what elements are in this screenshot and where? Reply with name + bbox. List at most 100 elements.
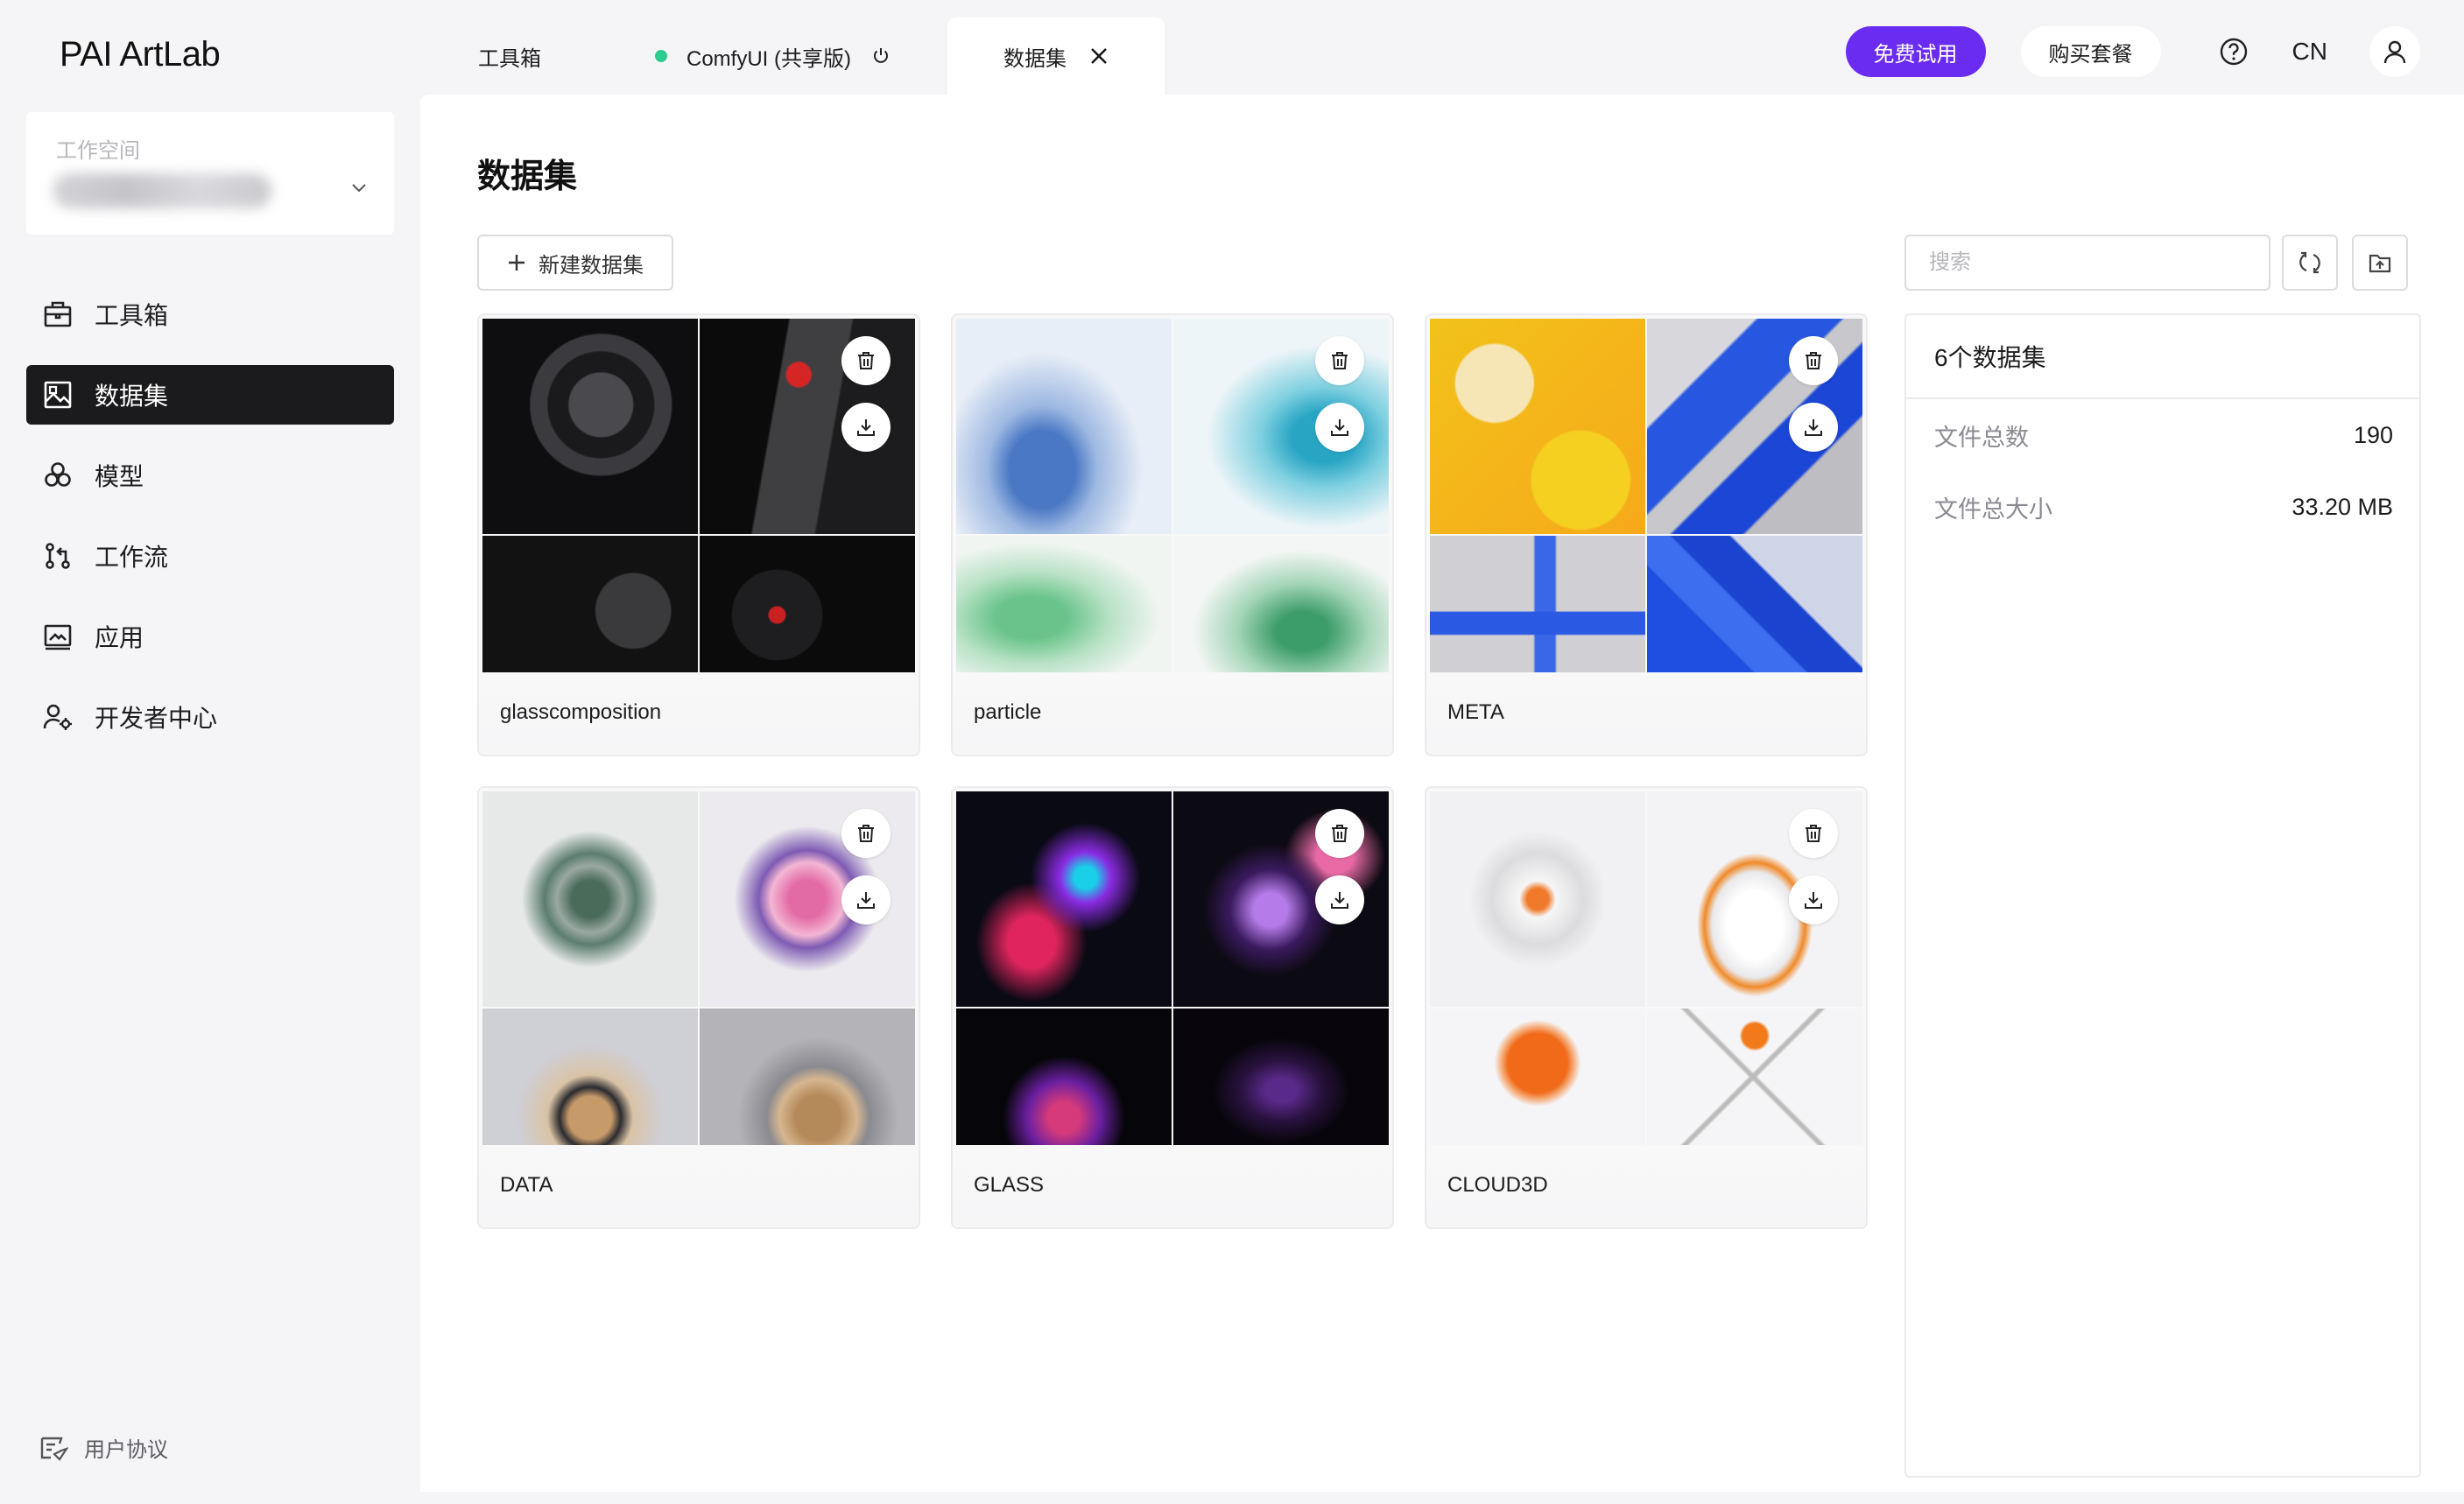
image-dataset-icon	[40, 377, 75, 412]
dataset-name: GLASS	[974, 1173, 1045, 1197]
app-logo[interactable]: PAI ArtLab	[60, 35, 221, 74]
download-button[interactable]	[1789, 875, 1838, 924]
user-icon	[2383, 40, 2406, 64]
dataset-name: glasscomposition	[500, 700, 662, 724]
delete-button[interactable]	[1315, 809, 1364, 858]
download-button[interactable]	[1315, 875, 1364, 924]
sidebar-item-label: 应用	[95, 624, 144, 651]
dataset-thumbnail	[700, 1009, 915, 1145]
download-icon	[1331, 419, 1348, 436]
dataset-thumbnail	[1173, 536, 1389, 672]
delete-button[interactable]	[841, 336, 891, 385]
sidebar-item-toolbox[interactable]: 工具箱	[26, 285, 394, 344]
dataset-thumbnail	[956, 319, 1172, 534]
delete-button[interactable]	[1315, 336, 1364, 385]
sidebar-item-dataset[interactable]: 数据集	[26, 365, 394, 425]
dataset-name: DATA	[500, 1173, 553, 1197]
buy-plan-button[interactable]: 购买套餐	[2020, 26, 2161, 77]
download-button[interactable]	[1315, 403, 1364, 452]
dataset-card-particle[interactable]: particle	[951, 313, 1394, 756]
trash-icon	[1806, 352, 1821, 369]
download-icon	[1805, 892, 1822, 909]
workflow-icon	[40, 538, 75, 573]
tab-dataset[interactable]: 数据集	[947, 18, 1165, 95]
dataset-thumbnail	[1430, 536, 1645, 672]
dataset-thumbnail	[1430, 319, 1645, 534]
sidebar-item-label: 工作流	[95, 544, 169, 571]
dataset-thumbnail	[482, 791, 698, 1007]
page-title: 数据集	[477, 158, 578, 195]
download-button[interactable]	[841, 403, 891, 452]
workspace-value-blurred	[53, 173, 271, 208]
workspace-label: 工作空间	[56, 139, 140, 163]
toolbox-icon	[40, 297, 75, 332]
dataset-thumbnail	[1430, 1009, 1645, 1145]
trash-icon	[1806, 825, 1821, 842]
header-actions: 免费试用 购买套餐 CN	[1845, 26, 2420, 77]
tab-label: 数据集	[1003, 46, 1067, 71]
refresh-icon	[2299, 251, 2320, 274]
dataset-thumbnail	[1647, 536, 1862, 672]
dataset-thumbnail	[956, 791, 1172, 1007]
developer-icon	[40, 699, 75, 734]
stats-value: 33.20 MB	[2292, 493, 2393, 520]
dataset-card-glasscomposition[interactable]: glasscomposition	[477, 313, 920, 756]
app-icon	[40, 619, 75, 654]
trash-icon	[858, 352, 874, 369]
import-folder-button[interactable]	[2352, 235, 2408, 291]
dataset-card-glass[interactable]: GLASS	[951, 786, 1394, 1229]
main-panel: 数据集 新建数据集 glasscomposition	[420, 95, 2464, 1492]
tab-label: ComfyUI (共享版)	[686, 46, 851, 71]
sidebar-item-label: 数据集	[95, 383, 169, 410]
sidebar-item-label: 工具箱	[95, 302, 169, 329]
help-icon[interactable]	[2219, 37, 2249, 67]
top-tabs: 工具箱 ComfyUI (共享版) 数据集	[420, 18, 1165, 95]
stats-row-size: 文件总大小 33.20 MB	[1906, 471, 2419, 543]
user-avatar[interactable]	[2369, 26, 2420, 77]
delete-button[interactable]	[1789, 809, 1838, 858]
plus-icon	[507, 253, 526, 272]
sidebar-item-label: 开发者中心	[95, 705, 218, 732]
stats-value: 190	[2353, 421, 2393, 448]
sidebar-item-label: 模型	[95, 463, 144, 490]
sidebar-item-app[interactable]: 应用	[26, 607, 394, 666]
free-trial-button[interactable]: 免费试用	[1845, 26, 1986, 77]
dataset-name: META	[1447, 700, 1504, 724]
close-icon[interactable]	[1089, 46, 1109, 66]
dataset-thumbnail	[1173, 1009, 1389, 1145]
dataset-stats-panel: 6个数据集 文件总数 190 文件总大小 33.20 MB	[1904, 313, 2421, 1478]
dataset-card-data[interactable]: DATA	[477, 786, 920, 1229]
user-agreement-link[interactable]: 用户协议	[39, 1432, 168, 1463]
tab-toolbox[interactable]: 工具箱	[420, 18, 599, 95]
download-button[interactable]	[1789, 403, 1838, 452]
dataset-thumbnail	[482, 319, 698, 534]
workspace-selector[interactable]: 工作空间	[26, 112, 394, 235]
delete-button[interactable]	[841, 809, 891, 858]
sidebar-item-developer[interactable]: 开发者中心	[26, 687, 394, 747]
sidebar-item-model[interactable]: 模型	[26, 446, 394, 505]
refresh-button[interactable]	[2282, 235, 2338, 291]
power-icon[interactable]	[870, 46, 891, 67]
language-switch[interactable]: CN	[2292, 38, 2327, 66]
dataset-card-meta[interactable]: META	[1425, 313, 1868, 756]
stats-label: 文件总大小	[1934, 495, 2052, 523]
chevron-down-icon[interactable]	[348, 177, 370, 198]
model-icon	[40, 458, 75, 493]
download-icon	[1331, 892, 1348, 909]
new-dataset-button[interactable]: 新建数据集	[477, 235, 673, 291]
dataset-name: particle	[974, 700, 1042, 724]
search-input[interactable]	[1904, 235, 2270, 291]
dataset-card-cloud3d[interactable]: CLOUD3D	[1425, 786, 1868, 1229]
delete-button[interactable]	[1789, 336, 1838, 385]
dataset-thumbnail	[1430, 791, 1645, 1007]
dataset-thumbnail	[482, 1009, 698, 1145]
trash-icon	[1332, 825, 1348, 842]
download-button[interactable]	[841, 875, 891, 924]
dataset-thumbnail	[956, 1009, 1172, 1145]
tab-comfyui[interactable]: ComfyUI (共享版)	[599, 18, 947, 95]
status-dot	[655, 50, 667, 62]
sidebar-item-workflow[interactable]: 工作流	[26, 526, 394, 586]
download-icon	[1805, 419, 1822, 436]
download-icon	[857, 419, 875, 436]
user-agreement-label: 用户协议	[84, 1438, 168, 1462]
